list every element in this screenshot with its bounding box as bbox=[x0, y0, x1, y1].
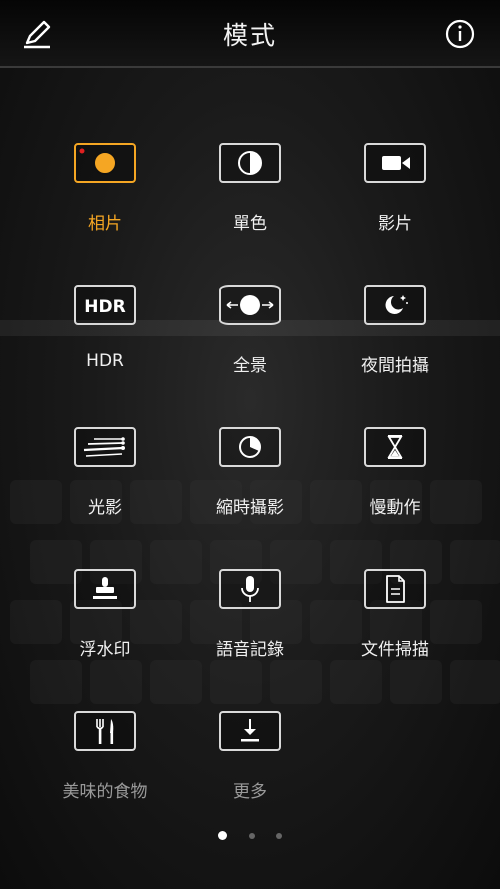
mode-hdr[interactable]: HDR HDR bbox=[35, 285, 175, 405]
mode-watermark[interactable]: 浮水印 bbox=[35, 569, 175, 689]
page-dot[interactable] bbox=[248, 832, 255, 839]
mode-monochrome[interactable]: 單色 bbox=[180, 143, 320, 263]
mode-video[interactable]: 影片 bbox=[325, 143, 465, 263]
video-camera-icon bbox=[364, 143, 426, 183]
mode-night[interactable]: 夜間拍攝 bbox=[325, 285, 465, 405]
document-scan-icon bbox=[364, 569, 426, 609]
mode-label: 美味的食物 bbox=[62, 782, 148, 802]
top-bar: 模式 bbox=[0, 0, 500, 68]
mode-photo[interactable]: 相片 bbox=[35, 143, 175, 263]
page-title: 模式 bbox=[222, 21, 277, 50]
camera-photo-icon bbox=[74, 143, 136, 183]
mode-label: HDR bbox=[86, 351, 124, 371]
mode-label: 語音記錄 bbox=[216, 640, 284, 660]
hdr-tile-text: HDR bbox=[84, 297, 125, 317]
mode-food[interactable]: 美味的食物 bbox=[35, 711, 175, 831]
mode-label: 光影 bbox=[88, 498, 122, 518]
microphone-icon bbox=[219, 569, 281, 609]
fork-knife-icon bbox=[74, 711, 136, 751]
info-icon[interactable] bbox=[442, 16, 478, 52]
mode-more[interactable]: 更多 bbox=[180, 711, 320, 831]
mode-timelapse[interactable]: 縮時攝影 bbox=[180, 427, 320, 547]
mode-label: 相片 bbox=[88, 214, 122, 234]
night-moon-icon bbox=[364, 285, 426, 325]
mode-document-scan[interactable]: 文件掃描 bbox=[325, 569, 465, 689]
mode-label: 慢動作 bbox=[369, 498, 421, 518]
mode-label: 更多 bbox=[233, 782, 267, 802]
hdr-icon: HDR bbox=[74, 285, 136, 325]
mode-label: 夜間拍攝 bbox=[361, 356, 429, 376]
mode-slow-motion[interactable]: 慢動作 bbox=[325, 427, 465, 547]
timelapse-icon bbox=[219, 427, 281, 467]
light-trails-icon bbox=[74, 427, 136, 467]
hourglass-icon bbox=[364, 427, 426, 467]
mode-label: 浮水印 bbox=[79, 640, 131, 660]
panorama-icon bbox=[219, 285, 281, 325]
stamp-icon bbox=[74, 569, 136, 609]
monochrome-icon bbox=[219, 143, 281, 183]
mode-label: 影片 bbox=[378, 214, 412, 234]
mode-label: 全景 bbox=[233, 356, 267, 376]
mode-label: 縮時攝影 bbox=[216, 498, 284, 518]
mode-panorama[interactable]: 全景 bbox=[180, 285, 320, 405]
page-indicator bbox=[0, 825, 500, 840]
mode-audio-note[interactable]: 語音記錄 bbox=[180, 569, 320, 689]
download-icon bbox=[219, 711, 281, 751]
camera-mode-screen: 模式 相片 單色 影片 HDR HDR 全景 夜間拍攝 光影 縮時攝影 慢動作 … bbox=[0, 0, 500, 889]
page-dot[interactable] bbox=[275, 832, 282, 839]
mode-label: 單色 bbox=[233, 214, 267, 234]
mode-label: 文件掃描 bbox=[361, 640, 429, 660]
page-dot-active[interactable] bbox=[218, 831, 228, 840]
mode-light-painting[interactable]: 光影 bbox=[35, 427, 175, 547]
